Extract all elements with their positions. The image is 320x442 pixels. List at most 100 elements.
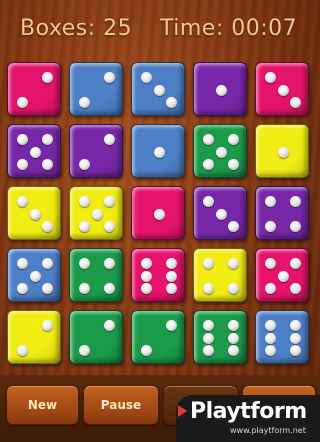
pip: [42, 72, 53, 83]
new-game-button[interactable]: New: [6, 385, 79, 425]
pip: [215, 84, 227, 96]
die-purple-3[interactable]: [193, 186, 247, 240]
pip: [203, 196, 214, 207]
die-pink-2[interactable]: [7, 62, 61, 116]
pip: [228, 221, 239, 232]
die-blue-5[interactable]: [7, 248, 61, 302]
pip: [228, 159, 239, 170]
watermark-url: www.playtform.net: [230, 426, 306, 435]
dice-board: [0, 0, 320, 380]
pip: [228, 134, 239, 145]
pip: [203, 159, 214, 170]
die-blue-2[interactable]: [69, 62, 123, 116]
die-blue-6[interactable]: [255, 310, 309, 364]
pip: [17, 345, 28, 356]
pip: [17, 159, 28, 170]
pip: [79, 97, 90, 108]
pip: [290, 221, 301, 232]
die-yellow-4[interactable]: [193, 248, 247, 302]
pip: [79, 283, 90, 294]
pip: [79, 196, 90, 207]
die-green-4[interactable]: [69, 248, 123, 302]
pip: [215, 208, 227, 220]
pip: [265, 320, 276, 331]
pip: [141, 345, 152, 356]
pip: [203, 258, 214, 269]
pip: [42, 320, 53, 331]
pip: [141, 258, 152, 269]
pip: [203, 320, 214, 331]
pip: [290, 258, 301, 269]
pip: [215, 146, 227, 158]
pip: [104, 283, 115, 294]
pip: [141, 270, 152, 282]
pip: [228, 332, 239, 344]
watermark-logo: Playtform: [190, 399, 307, 424]
pip: [79, 345, 90, 356]
die-blue-1[interactable]: [131, 124, 185, 178]
pip: [290, 320, 301, 331]
pip: [166, 283, 177, 294]
die-green-5[interactable]: [193, 124, 247, 178]
die-yellow-1[interactable]: [255, 124, 309, 178]
pip: [203, 332, 214, 344]
pip: [104, 320, 115, 331]
pip: [277, 146, 289, 158]
pip: [17, 283, 28, 294]
die-blue-3[interactable]: [131, 62, 185, 116]
pip: [166, 97, 177, 108]
pip: [203, 283, 214, 294]
die-pink-3[interactable]: [255, 62, 309, 116]
pip: [228, 320, 239, 331]
play-triangle-icon: [178, 405, 187, 417]
pause-button[interactable]: Pause: [83, 385, 159, 425]
die-pink-6[interactable]: [131, 248, 185, 302]
pip: [91, 208, 103, 220]
pip: [290, 196, 301, 207]
pip: [265, 258, 276, 269]
pip: [277, 270, 289, 282]
pip: [42, 283, 53, 294]
pip: [166, 320, 177, 331]
pip: [104, 134, 115, 145]
pip: [228, 345, 239, 356]
pip: [79, 221, 90, 232]
pip: [17, 97, 28, 108]
pip: [265, 196, 276, 207]
pip: [42, 258, 53, 269]
pip: [203, 134, 214, 145]
die-pink-5[interactable]: [255, 248, 309, 302]
die-purple-1[interactable]: [193, 62, 247, 116]
die-green-2[interactable]: [69, 310, 123, 364]
pip: [104, 258, 115, 269]
pip: [203, 345, 214, 356]
die-purple-5[interactable]: [7, 124, 61, 178]
pip: [265, 345, 276, 356]
pip: [79, 258, 90, 269]
pip: [29, 208, 41, 220]
pip: [17, 196, 28, 207]
pip: [17, 134, 28, 145]
pip: [29, 146, 41, 158]
pip: [42, 134, 53, 145]
pip: [290, 345, 301, 356]
pip: [104, 196, 115, 207]
pip: [265, 72, 276, 83]
die-green-6[interactable]: [193, 310, 247, 364]
pip: [277, 84, 289, 96]
pip: [153, 84, 165, 96]
die-yellow-2[interactable]: [7, 310, 61, 364]
pip: [153, 146, 165, 158]
die-yellow-3[interactable]: [7, 186, 61, 240]
die-yellow-5[interactable]: [69, 186, 123, 240]
pip: [42, 221, 53, 232]
pip: [290, 283, 301, 294]
die-purple-2[interactable]: [69, 124, 123, 178]
die-purple-4[interactable]: [255, 186, 309, 240]
die-green-2[interactable]: [131, 310, 185, 364]
die-pink-1[interactable]: [131, 186, 185, 240]
pip: [290, 332, 301, 344]
pip: [141, 72, 152, 83]
pip: [228, 283, 239, 294]
pip: [17, 258, 28, 269]
